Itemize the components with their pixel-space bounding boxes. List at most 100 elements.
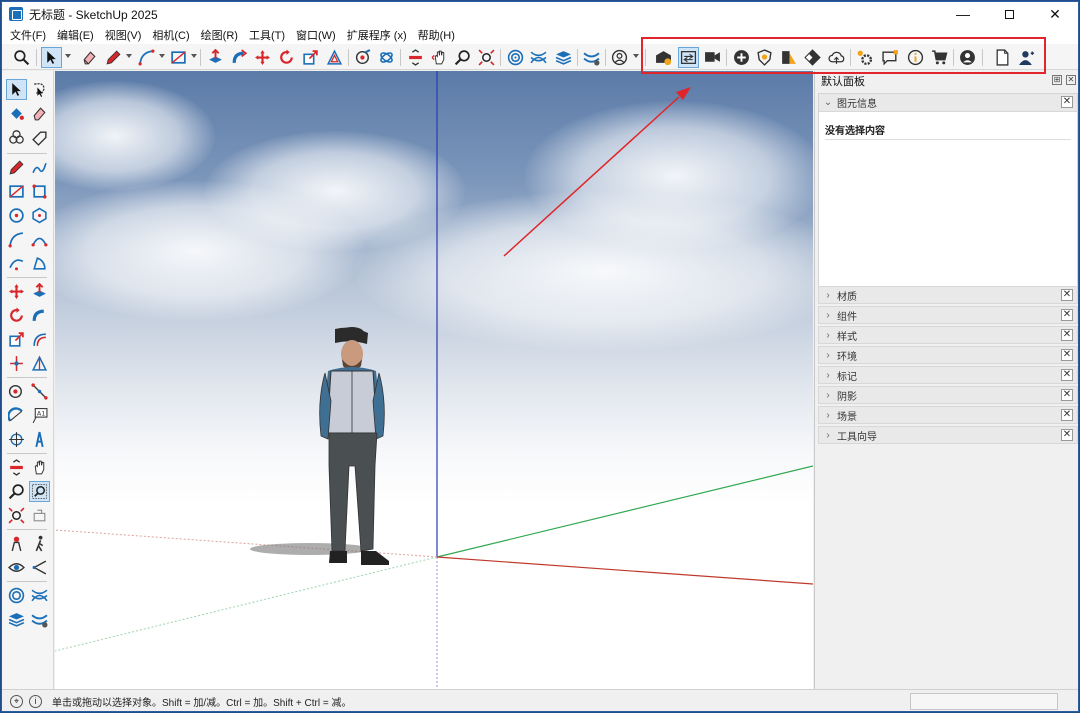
solid-icon[interactable] [581, 47, 602, 68]
select-icon[interactable] [6, 79, 27, 100]
rotate-icon[interactable] [276, 47, 297, 68]
tray-scenes[interactable]: › 场景 ✕ [818, 406, 1078, 424]
walk-icon[interactable] [29, 533, 50, 554]
zoom-extents-icon[interactable] [476, 47, 497, 68]
tray-close-button[interactable]: ✕ [1061, 289, 1073, 301]
tray-instructor[interactable]: › 工具向导 ✕ [818, 426, 1078, 444]
menu-tools[interactable]: 工具(T) [249, 27, 285, 43]
tray-styles[interactable]: › 样式 ✕ [818, 326, 1078, 344]
close-button[interactable]: ✕ [1032, 2, 1078, 26]
paint-bucket-icon[interactable] [6, 103, 27, 124]
cart-icon[interactable] [929, 47, 950, 68]
offset-icon[interactable] [324, 47, 345, 68]
layers-icon[interactable] [6, 585, 27, 606]
tray-close-button[interactable]: ✕ [1061, 369, 1073, 381]
line-icon[interactable] [6, 157, 27, 178]
arc-icon[interactable] [136, 47, 157, 68]
tray-close-button[interactable]: ✕ [1061, 389, 1073, 401]
previous-view-icon[interactable] [29, 505, 50, 526]
add-icon[interactable] [731, 47, 752, 68]
model-viewport[interactable] [55, 71, 813, 689]
lasso-icon[interactable] [29, 79, 50, 100]
look-around-icon[interactable] [6, 557, 27, 578]
freehand-icon[interactable] [29, 157, 50, 178]
shield-icon[interactable] [754, 47, 775, 68]
tray-components[interactable]: › 组件 ✕ [818, 306, 1078, 324]
menu-file[interactable]: 文件(F) [10, 27, 46, 43]
circle-icon[interactable] [6, 205, 27, 226]
entity-info-close-button[interactable]: ✕ [1061, 96, 1073, 108]
pan-icon[interactable] [429, 47, 450, 68]
two-point-arc-icon[interactable] [29, 229, 50, 250]
polygon-icon[interactable] [29, 205, 50, 226]
stack-icon[interactable] [553, 47, 574, 68]
orbit-icon[interactable] [376, 47, 397, 68]
tray-tags[interactable]: › 标记 ✕ [818, 366, 1078, 384]
info-icon[interactable] [905, 47, 926, 68]
tray-close-button[interactable]: ✕ [1061, 429, 1073, 441]
pie-icon[interactable] [29, 253, 50, 274]
menu-window[interactable]: 窗口(W) [296, 27, 336, 43]
three-point-arc-icon[interactable] [6, 253, 27, 274]
zoom-extents-icon[interactable] [6, 505, 27, 526]
menu-draw[interactable]: 绘图(R) [201, 27, 238, 43]
info-icon[interactable]: i [29, 695, 42, 708]
rectangle-icon[interactable] [168, 47, 189, 68]
geo-location-icon[interactable]: ⌖ [10, 695, 23, 708]
menu-help[interactable]: 帮助(H) [418, 27, 455, 43]
mirror-icon[interactable] [29, 353, 50, 374]
section-icon[interactable] [405, 47, 426, 68]
layers-icon[interactable] [505, 47, 526, 68]
rectangle-icon[interactable] [6, 181, 27, 202]
zoom-icon[interactable] [6, 481, 27, 502]
account-icon[interactable] [609, 47, 630, 68]
stack-icon[interactable] [6, 609, 27, 630]
camera-export-icon[interactable] [702, 47, 723, 68]
tray-shadows[interactable]: › 阴影 ✕ [818, 386, 1078, 404]
followme-icon[interactable] [29, 305, 50, 326]
dimension-icon[interactable] [29, 381, 50, 402]
share-icon[interactable] [678, 47, 699, 68]
measurements-box[interactable] [910, 693, 1058, 710]
document-icon[interactable] [992, 47, 1013, 68]
user-icon[interactable] [1016, 47, 1037, 68]
cloud-icon[interactable] [826, 47, 847, 68]
position-camera-icon[interactable] [6, 533, 27, 554]
zoom-window-icon[interactable] [29, 481, 50, 502]
rotated-rectangle-icon[interactable] [29, 181, 50, 202]
tray-close-button[interactable]: ✕ [1061, 329, 1073, 341]
move-icon[interactable] [252, 47, 273, 68]
checker-icon[interactable] [802, 47, 823, 68]
solid-icon[interactable] [29, 609, 50, 630]
flip-icon[interactable] [6, 353, 27, 374]
profile-icon[interactable] [957, 47, 978, 68]
pan-icon[interactable] [29, 457, 50, 478]
component-icon[interactable] [6, 127, 27, 148]
tag-icon[interactable] [29, 127, 50, 148]
field-of-view-icon[interactable] [29, 557, 50, 578]
3d-text-icon[interactable] [29, 429, 50, 450]
menu-view[interactable]: 视图(V) [105, 27, 142, 43]
paint-icon[interactable] [353, 47, 374, 68]
protractor-icon[interactable] [6, 405, 27, 426]
tray-close-button[interactable]: ✕ [1061, 309, 1073, 321]
search-icon[interactable] [11, 47, 32, 68]
arc-icon[interactable] [6, 229, 27, 250]
eraser-icon[interactable] [79, 47, 100, 68]
pushpull-icon[interactable] [205, 47, 226, 68]
panel-pin-button[interactable]: ⊞ [1052, 75, 1062, 85]
minimize-button[interactable]: — [940, 2, 986, 26]
extension-settings-icon[interactable] [854, 47, 875, 68]
tray-environment[interactable]: › 环境 ✕ [818, 346, 1078, 364]
sandbox-icon[interactable] [528, 47, 549, 68]
zoom-icon[interactable] [452, 47, 473, 68]
chat-icon[interactable] [880, 47, 901, 68]
move-icon[interactable] [6, 281, 27, 302]
tape-measure-icon[interactable] [6, 381, 27, 402]
text-icon[interactable]: A1 [29, 405, 50, 426]
tray-close-button[interactable]: ✕ [1061, 349, 1073, 361]
entity-info-header[interactable]: ⌄ 图元信息 ✕ [819, 94, 1077, 112]
pushpull-icon[interactable] [29, 281, 50, 302]
tray-materials[interactable]: › 材质 ✕ [818, 286, 1078, 304]
tray-close-button[interactable]: ✕ [1061, 409, 1073, 421]
